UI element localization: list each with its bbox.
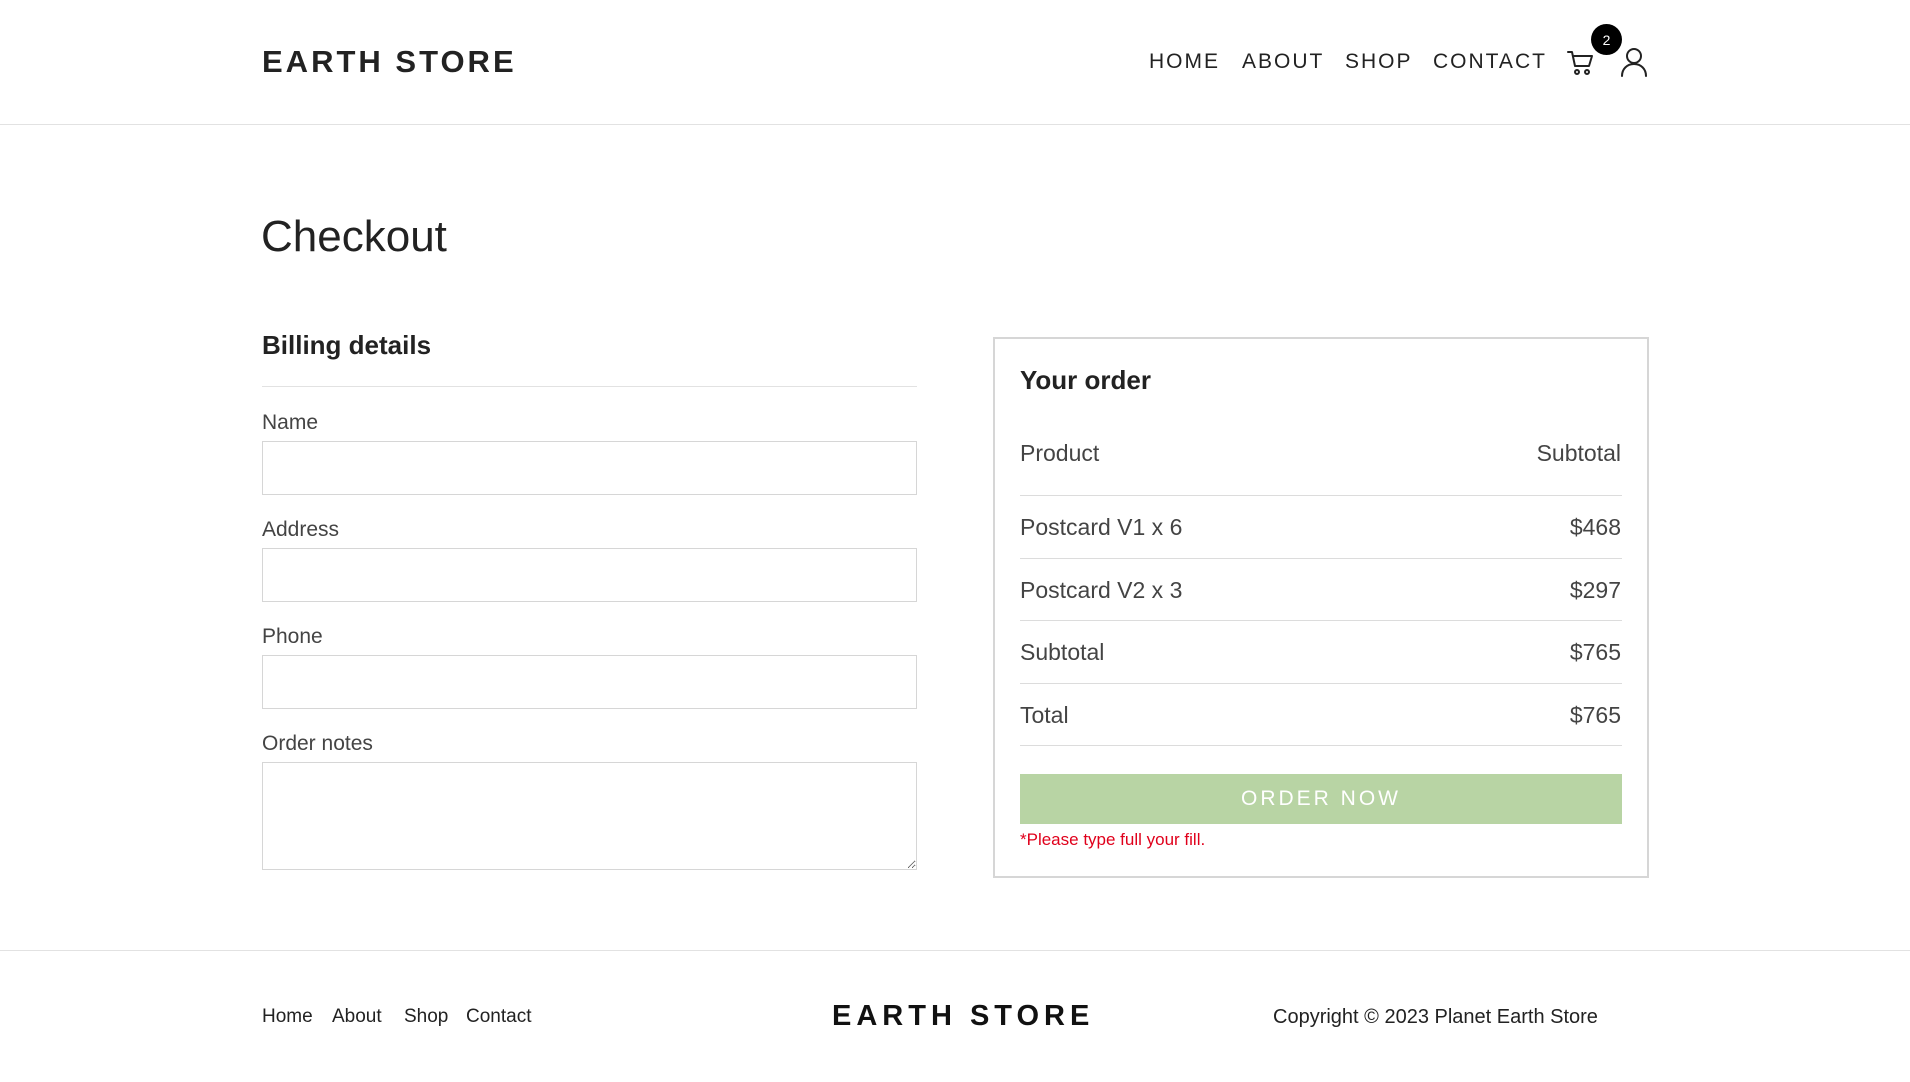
address-input[interactable] bbox=[262, 548, 917, 602]
order-notes-textarea[interactable] bbox=[262, 762, 917, 870]
phone-input[interactable] bbox=[262, 655, 917, 709]
order-divider bbox=[1020, 683, 1622, 684]
order-notes-label: Order notes bbox=[262, 732, 373, 755]
billing-divider bbox=[262, 386, 917, 387]
subtotal-column-header: Subtotal bbox=[1536, 440, 1621, 466]
order-item-name: Postcard V2 x 3 bbox=[1020, 577, 1183, 603]
brand-logo[interactable]: EARTH STORE bbox=[262, 44, 517, 80]
validation-warning: *Please type full your fill. bbox=[1020, 830, 1206, 849]
phone-label: Phone bbox=[262, 625, 323, 648]
footer-link-shop[interactable]: Shop bbox=[404, 1006, 448, 1028]
product-column-header: Product bbox=[1020, 440, 1100, 466]
cart-count-badge: 2 bbox=[1591, 24, 1622, 55]
order-item-name: Postcard V1 x 6 bbox=[1020, 514, 1183, 540]
nav-about[interactable]: ABOUT bbox=[1242, 50, 1324, 74]
total-label: Total bbox=[1020, 702, 1069, 728]
order-title: Your order bbox=[1020, 365, 1151, 395]
order-divider bbox=[1020, 558, 1622, 559]
name-label: Name bbox=[262, 411, 319, 434]
nav-shop[interactable]: SHOP bbox=[1345, 50, 1413, 74]
cart-icon[interactable] bbox=[1567, 50, 1595, 81]
address-label: Address bbox=[262, 518, 340, 541]
order-now-button[interactable]: ORDER NOW bbox=[1020, 774, 1622, 824]
nav-home[interactable]: HOME bbox=[1149, 50, 1220, 74]
copyright-text: Copyright © 2023 Planet Earth Store bbox=[1273, 1006, 1598, 1028]
subtotal-value: $765 bbox=[1569, 639, 1621, 665]
name-input[interactable] bbox=[262, 441, 917, 495]
footer-divider bbox=[0, 950, 1910, 951]
footer-brand-logo: EARTH STORE bbox=[832, 1000, 1095, 1032]
page-title: Checkout bbox=[261, 212, 447, 261]
order-item-amount: $297 bbox=[1569, 577, 1621, 603]
total-value: $765 bbox=[1569, 702, 1621, 728]
order-divider bbox=[1020, 745, 1622, 746]
footer-link-contact[interactable]: Contact bbox=[466, 1006, 531, 1028]
billing-title: Billing details bbox=[262, 330, 432, 360]
footer-link-about[interactable]: About bbox=[332, 1006, 382, 1028]
order-divider bbox=[1020, 620, 1622, 621]
order-divider bbox=[1020, 495, 1622, 496]
site-header: EARTH STORE HOME ABOUT SHOP CONTACT 2 bbox=[0, 0, 1910, 125]
footer-link-home[interactable]: Home bbox=[262, 1006, 313, 1028]
nav-contact[interactable]: CONTACT bbox=[1433, 50, 1547, 74]
subtotal-label: Subtotal bbox=[1020, 639, 1105, 665]
user-icon[interactable] bbox=[1620, 47, 1648, 82]
order-item-amount: $468 bbox=[1569, 514, 1621, 540]
